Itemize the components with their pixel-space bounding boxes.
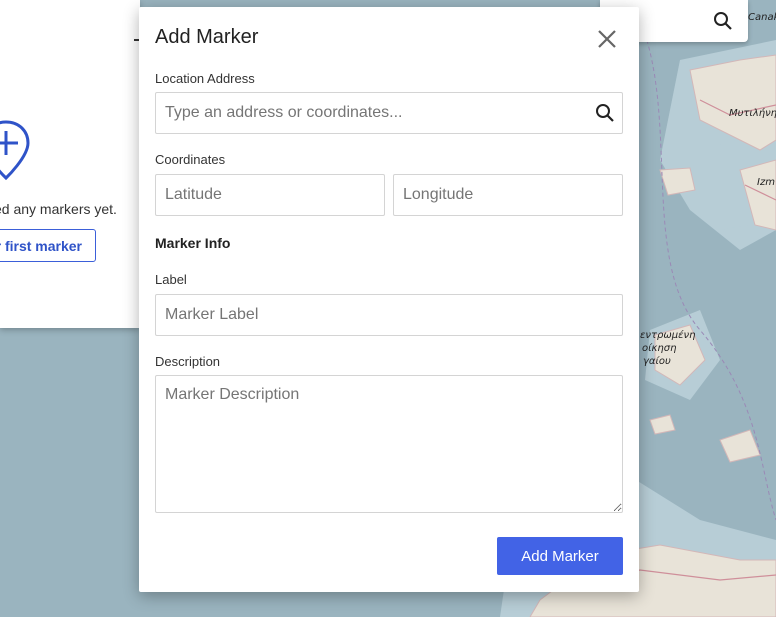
search-icon[interactable] [713,11,733,31]
add-first-marker-button[interactable]: r first marker [0,229,96,262]
location-address-label: Location Address [155,71,255,86]
map-label-city: Izm [757,177,775,188]
add-first-marker-label: r first marker [0,238,82,254]
map-label-city: Canak [748,12,776,23]
label-field-label: Label [155,272,187,287]
longitude-input[interactable] [393,174,623,216]
map-pin-plus-icon [0,120,30,181]
marker-info-heading: Marker Info [155,235,231,251]
markers-side-panel: ed any markers yet. r first marker [0,0,140,328]
dialog-title: Add Marker [155,26,259,48]
marker-description-textarea[interactable] [155,375,623,513]
location-address-input[interactable] [155,92,623,134]
close-icon[interactable] [595,27,619,51]
add-marker-button[interactable]: Add Marker [497,537,623,575]
latitude-input[interactable] [155,174,385,216]
search-icon[interactable] [595,103,615,123]
map-label-region: εντρωμένη [640,330,696,341]
empty-state-text: ed any markers yet. [0,201,117,217]
add-marker-dialog: Add Marker Location Address Coordinates … [139,7,639,592]
map-label-region: γαίου [643,356,671,367]
map-label-city: Μυτιλήνη [729,108,776,119]
coordinates-label: Coordinates [155,152,226,167]
map-label-region: οίκηση [642,343,677,354]
description-field-label: Description [155,354,221,369]
marker-label-input[interactable] [155,294,623,336]
